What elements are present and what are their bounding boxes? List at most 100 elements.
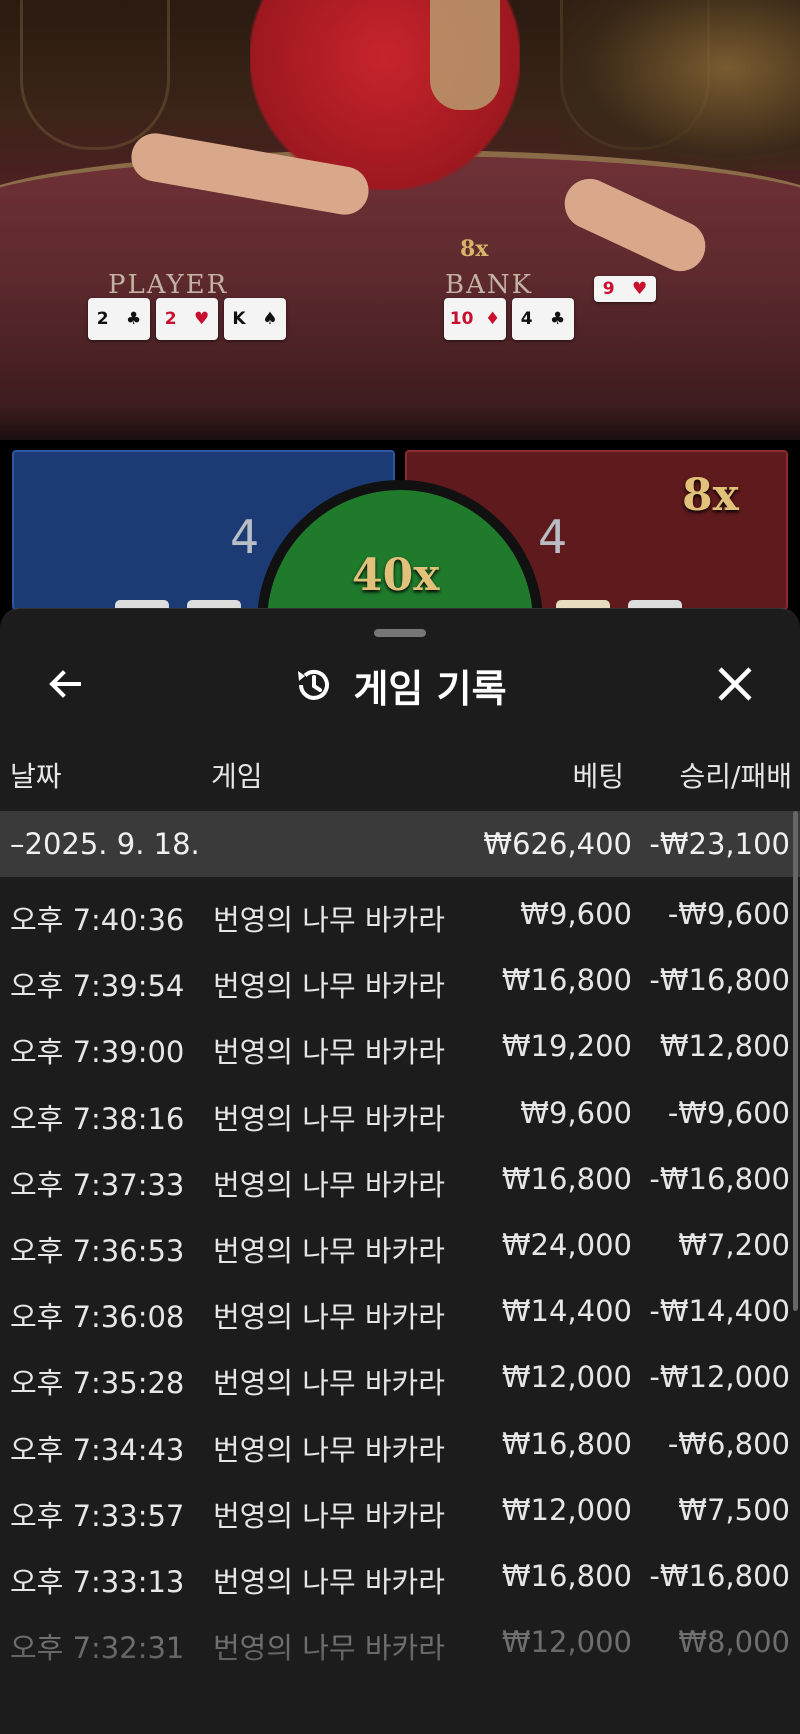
row-bet: ₩14,400 [501, 1294, 632, 1329]
row-bet: ₩16,800 [501, 1558, 632, 1593]
playing-card: 2 ♥ [156, 298, 218, 340]
card-suit: ♠ [262, 309, 278, 329]
summary-win-loss: -₩23,100 [649, 827, 790, 861]
row-bet: ₩16,800 [501, 1161, 632, 1196]
page-title: 게임 기록 [353, 666, 507, 711]
row-time: 오후 7:33:13 [10, 1564, 185, 1599]
card-suit: ♦ [484, 309, 501, 329]
row-bet: ₩16,800 [501, 963, 632, 998]
playing-card: K ♠ [224, 298, 286, 340]
column-header-win-loss: 승리/패배 [679, 760, 792, 793]
dealer-hair [430, 0, 500, 110]
background-window [20, 0, 170, 150]
banker-side-multiplier: 8x [460, 236, 489, 262]
row-bet: ₩12,000 [501, 1360, 632, 1395]
row-bet: ₩19,200 [501, 1029, 632, 1064]
row-game: 번영의 나무 바카라 [213, 1366, 445, 1401]
playing-card: 4 ♣ [512, 298, 574, 340]
playing-card: 10 ♦ [444, 298, 506, 340]
row-time: 오후 7:40:36 [10, 903, 185, 937]
row-win-loss: -₩16,800 [649, 1161, 790, 1196]
card-suit: ♣ [126, 309, 142, 329]
player-label: PLAYER [108, 270, 229, 300]
row-win-loss: -₩6,800 [667, 1426, 790, 1461]
table-row[interactable]: 오후 7:34:43 번영의 나무 바카라 ₩16,800 -₩6,800 [0, 1407, 800, 1473]
row-time: 오후 7:39:00 [10, 1035, 185, 1070]
card-suit: ♥ [194, 309, 210, 329]
close-button[interactable] [710, 659, 760, 709]
sheet-header: 게임 기록 [0, 657, 800, 713]
player-score: 4 [230, 510, 260, 564]
column-header-bet: 베팅 [572, 760, 624, 793]
card-rank: 2 [164, 309, 177, 329]
row-game: 번영의 나무 바카라 [213, 1432, 445, 1467]
table-row[interactable]: 오후 7:36:53 번영의 나무 바카라 ₩24,000 ₩7,200 [0, 1208, 800, 1274]
row-win-loss: ₩7,500 [678, 1492, 790, 1527]
row-bet: ₩9,600 [520, 897, 632, 931]
live-dealer-video: PLAYER BANK 8x 2 ♣ 2 ♥ K ♠ 10 ♦ 4 ♣ 9 ♥ [0, 0, 800, 440]
row-time: 오후 7:34:43 [10, 1432, 185, 1467]
card-suit: ♥ [632, 279, 648, 299]
close-icon [718, 667, 752, 701]
card-rank: 10 [449, 309, 474, 329]
row-bet: ₩12,000 [501, 1492, 632, 1527]
table-row[interactable]: 오후 7:38:16 번영의 나무 바카라 ₩9,600 -₩9,600 [0, 1076, 800, 1142]
card-suit: ♣ [550, 309, 566, 329]
row-time: 오후 7:36:08 [10, 1300, 185, 1335]
scrollbar[interactable] [793, 811, 798, 1311]
column-header-game: 게임 [211, 760, 263, 793]
column-header-date: 날짜 [10, 760, 62, 793]
row-win-loss: -₩9,600 [667, 1095, 790, 1130]
date-summary-row[interactable]: –2025. 9. 18. ₩626,400 -₩23,100 [0, 811, 800, 877]
row-game: 번영의 나무 바카라 [213, 1167, 445, 1202]
history-list: 오후 7:40:36 번영의 나무 바카라 ₩9,600 -₩9,600 오후 7:39… [0, 877, 800, 1671]
banker-score: 4 [538, 510, 568, 564]
row-win-loss: -₩16,800 [649, 963, 790, 998]
playing-card: 9 ♥ [594, 276, 656, 302]
row-win-loss: ₩7,200 [678, 1227, 790, 1262]
row-time: 오후 7:38:16 [10, 1101, 185, 1136]
row-win-loss: -₩16,800 [649, 1558, 790, 1593]
summary-date: –2025. 9. 18. [10, 827, 200, 861]
row-win-loss: -₩12,000 [649, 1360, 790, 1395]
row-time: 오후 7:36:53 [10, 1233, 185, 1268]
row-time: 오후 7:33:57 [10, 1498, 185, 1533]
row-time: 오후 7:39:54 [10, 969, 185, 1004]
row-bet: ₩16,800 [501, 1426, 632, 1461]
table-row[interactable]: 오후 7:39:00 번영의 나무 바카라 ₩19,200 ₩12,800 [0, 1009, 800, 1075]
row-time: 오후 7:37:33 [10, 1167, 185, 1202]
table-row[interactable]: 오후 7:36:08 번영의 나무 바카라 ₩14,400 -₩14,400 [0, 1274, 800, 1340]
row-game: 번영의 나무 바카라 [213, 1300, 445, 1335]
banker-label: BANK [445, 270, 534, 300]
background-light [560, 0, 800, 170]
tie-multiplier: 40x [352, 550, 440, 601]
row-game: 번영의 나무 바카라 [213, 1233, 445, 1268]
card-rank: K [232, 309, 246, 329]
card-rank: 9 [602, 279, 615, 299]
row-bet: ₩24,000 [501, 1227, 632, 1262]
row-game: 번영의 나무 바카라 [213, 903, 445, 937]
banker-multiplier: 8x [682, 470, 739, 521]
list-fade [0, 1644, 800, 1734]
table-row[interactable]: 오후 7:40:36 번영의 나무 바카라 ₩9,600 -₩9,600 [0, 877, 800, 943]
row-game: 번영의 나무 바카라 [213, 1498, 445, 1533]
row-game: 번영의 나무 바카라 [213, 1035, 445, 1070]
table-row[interactable]: 오후 7:39:54 번영의 나무 바카라 ₩16,800 -₩16,800 [0, 943, 800, 1009]
table-row[interactable]: 오후 7:33:13 번영의 나무 바카라 ₩16,800 -₩16,800 [0, 1539, 800, 1605]
row-game: 번영의 나무 바카라 [213, 1564, 445, 1599]
row-game: 번영의 나무 바카라 [213, 1101, 445, 1136]
history-icon [298, 669, 330, 700]
row-time: 오후 7:35:28 [10, 1366, 185, 1401]
card-rank: 4 [520, 309, 533, 329]
game-history-sheet: 게임 기록 날짜 게임 베팅 승리/패배 –2025. 9. 18. ₩626,… [0, 608, 800, 1734]
row-win-loss: -₩14,400 [649, 1294, 790, 1329]
playing-card: 2 ♣ [88, 298, 150, 340]
card-rank: 2 [96, 309, 109, 329]
drag-handle[interactable] [374, 629, 426, 637]
row-bet: ₩9,600 [520, 1095, 632, 1130]
table-row[interactable]: 오후 7:33:57 번영의 나무 바카라 ₩12,000 ₩7,500 [0, 1473, 800, 1539]
table-row[interactable]: 오후 7:35:28 번영의 나무 바카라 ₩12,000 -₩12,000 [0, 1340, 800, 1406]
table-row[interactable]: 오후 7:37:33 번영의 나무 바카라 ₩16,800 -₩16,800 [0, 1142, 800, 1208]
row-win-loss: ₩12,800 [659, 1029, 790, 1064]
summary-bet: ₩626,400 [483, 827, 632, 861]
